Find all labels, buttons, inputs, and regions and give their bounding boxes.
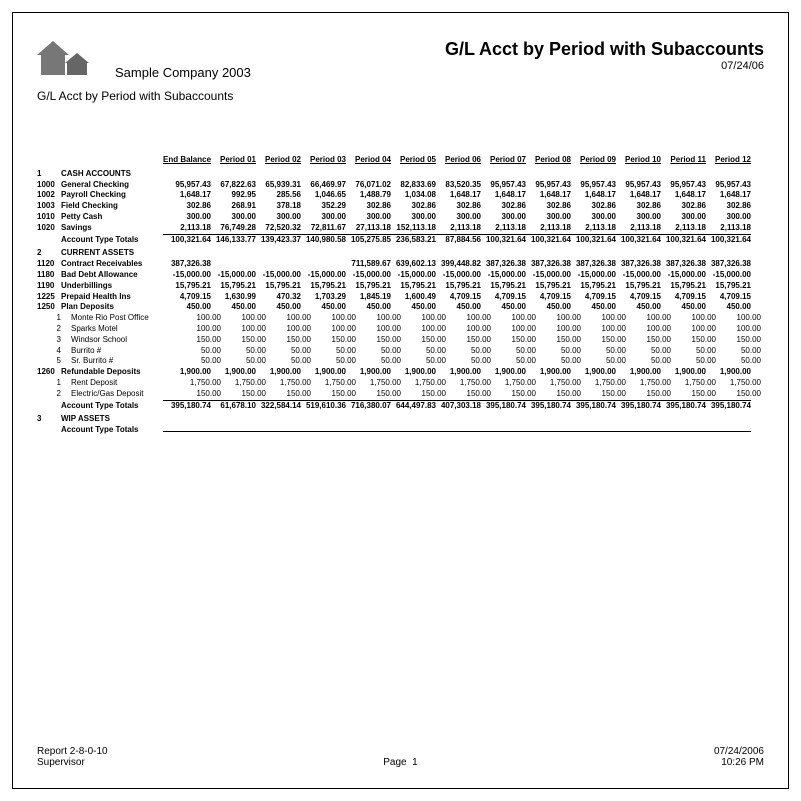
account-desc: Electric/Gas Deposit — [63, 389, 173, 400]
report-footer: Report 2-8-0-10 07/24/2006 Supervisor Pa… — [37, 746, 764, 768]
account-desc: Contract Receivables — [61, 259, 163, 270]
report-header: Sample Company 2003 G/L Acct by Period w… — [37, 35, 764, 123]
account-desc: Bad Debt Allowance — [61, 270, 163, 281]
report-page: Sample Company 2003 G/L Acct by Period w… — [12, 12, 789, 789]
col-end-balance: End Balance — [163, 155, 211, 166]
section-title: 1CASH ACCOUNTS — [37, 169, 764, 180]
report-title-date: 07/24/06 — [445, 60, 764, 72]
col-period-2: Period 02 — [256, 155, 301, 166]
account-desc: Petty Cash — [61, 212, 163, 223]
account-desc: Payroll Checking — [61, 190, 163, 201]
account-type-totals: Account Type Totals — [61, 235, 163, 246]
account-desc: Sparks Motel — [63, 324, 173, 335]
col-period-8: Period 08 — [526, 155, 571, 166]
col-period-12: Period 12 — [706, 155, 751, 166]
account-desc: Burrito # — [63, 346, 173, 357]
account-desc: Windsor School — [63, 335, 173, 346]
account-type-totals: Account Type Totals — [61, 401, 163, 412]
col-period-11: Period 11 — [661, 155, 706, 166]
col-period-10: Period 10 — [616, 155, 661, 166]
account-desc: Refundable Deposits — [61, 367, 163, 378]
account-desc: Sr. Burrito # — [63, 356, 173, 367]
col-period-9: Period 09 — [571, 155, 616, 166]
company-name: Sample Company 2003 — [115, 65, 251, 80]
col-period-4: Period 04 — [346, 155, 391, 166]
account-desc: Underbillings — [61, 281, 163, 292]
footer-date: 07/24/2006 — [714, 746, 764, 757]
col-period-7: Period 07 — [481, 155, 526, 166]
col-period-5: Period 05 — [391, 155, 436, 166]
col-period-3: Period 03 — [301, 155, 346, 166]
section-title: 2CURRENT ASSETS — [37, 248, 764, 259]
section-title: 3WIP ASSETS — [37, 414, 764, 425]
account-desc: Field Checking — [61, 201, 163, 212]
col-period-6: Period 06 — [436, 155, 481, 166]
account-desc: Monte Rio Post Office — [63, 313, 173, 324]
company-logo-icon — [37, 35, 109, 83]
footer-report: Report 2-8-0-10 — [37, 746, 108, 757]
report-title: G/L Acct by Period with Subaccounts — [445, 39, 764, 60]
footer-page: Page 1 — [37, 757, 764, 768]
report-subtitle: G/L Acct by Period with Subaccounts — [37, 89, 233, 103]
account-type-totals: Account Type Totals — [61, 425, 163, 436]
account-desc: Plan Deposits — [61, 302, 163, 313]
account-desc: Rent Deposit — [63, 378, 173, 389]
account-desc: General Checking — [61, 180, 163, 191]
account-desc: Prepaid Health Ins — [61, 292, 163, 303]
report-grid: End BalancePeriod 01Period 02Period 03Pe… — [37, 155, 764, 436]
account-desc: Savings — [61, 223, 163, 234]
col-period-1: Period 01 — [211, 155, 256, 166]
